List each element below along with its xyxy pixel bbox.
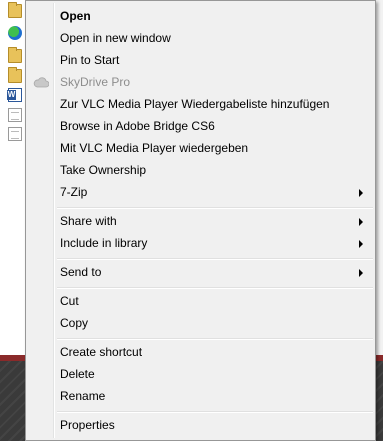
- menu-item-label: Open: [60, 9, 91, 23]
- context-menu: Open Open in new window Pin to Start Sky…: [25, 0, 376, 441]
- menu-item-label: Open in new window: [60, 31, 171, 45]
- menu-item-label: Mit VLC Media Player wiedergeben: [60, 141, 249, 155]
- folder-icon[interactable]: [8, 2, 22, 18]
- menu-item-delete[interactable]: Delete: [28, 364, 373, 386]
- submenu-arrow-icon: [359, 218, 363, 226]
- window-edge: [376, 0, 383, 355]
- menu-item-vlc-play[interactable]: Mit VLC Media Player wiedergeben: [28, 138, 373, 160]
- menu-item-share-with[interactable]: Share with: [28, 211, 373, 233]
- text-document-icon[interactable]: [8, 127, 22, 141]
- menu-item-label: Browse in Adobe Bridge CS6: [60, 119, 215, 133]
- menu-item-label: Properties: [60, 418, 115, 432]
- menu-item-adobe-bridge[interactable]: Browse in Adobe Bridge CS6: [28, 116, 373, 138]
- menu-item-label: 7-Zip: [60, 185, 88, 199]
- menu-item-label: Cut: [60, 294, 79, 308]
- menu-item-open[interactable]: Open: [28, 6, 373, 28]
- menu-item-take-ownership[interactable]: Take Ownership: [28, 160, 373, 182]
- menu-item-label: Delete: [60, 367, 95, 381]
- folder-icon[interactable]: [8, 67, 22, 83]
- submenu-arrow-icon: [359, 240, 363, 248]
- menu-item-vlc-add-playlist[interactable]: Zur VLC Media Player Wiedergabeliste hin…: [28, 94, 373, 116]
- menu-item-open-new-window[interactable]: Open in new window: [28, 28, 373, 50]
- word-document-icon[interactable]: [7, 88, 22, 102]
- menu-item-label: Zur VLC Media Player Wiedergabeliste hin…: [60, 97, 330, 111]
- menu-item-send-to[interactable]: Send to: [28, 262, 373, 284]
- menu-separator: [57, 338, 373, 340]
- menu-item-cut[interactable]: Cut: [28, 291, 373, 313]
- menu-item-rename[interactable]: Rename: [28, 386, 373, 408]
- menu-separator: [57, 258, 373, 260]
- menu-item-pin-to-start[interactable]: Pin to Start: [28, 50, 373, 72]
- menu-item-label: Copy: [60, 316, 89, 330]
- menu-item-label: Pin to Start: [60, 53, 120, 67]
- menu-item-label: SkyDrive Pro: [60, 75, 131, 89]
- menu-item-label: Create shortcut: [60, 345, 143, 359]
- submenu-arrow-icon: [359, 189, 363, 197]
- menu-item-label: Send to: [60, 265, 102, 279]
- submenu-arrow-icon: [359, 269, 363, 277]
- menu-item-copy[interactable]: Copy: [28, 313, 373, 335]
- folder-icon[interactable]: [8, 47, 22, 63]
- menu-item-label: Include in library: [60, 236, 148, 250]
- menu-item-skydrive-pro[interactable]: SkyDrive Pro: [28, 72, 373, 94]
- text-document-icon[interactable]: [8, 108, 22, 122]
- cloud-icon: [33, 76, 49, 90]
- menu-item-create-shortcut[interactable]: Create shortcut: [28, 342, 373, 364]
- menu-separator: [57, 207, 373, 209]
- menu-separator: [57, 411, 373, 413]
- menu-item-label: Share with: [60, 214, 117, 228]
- menu-item-7zip[interactable]: 7-Zip: [28, 182, 373, 204]
- menu-separator: [57, 287, 373, 289]
- menu-item-label: Take Ownership: [60, 163, 147, 177]
- sync-folder-icon[interactable]: [8, 26, 22, 40]
- menu-item-include-in-library[interactable]: Include in library: [28, 233, 373, 255]
- menu-item-properties[interactable]: Properties: [28, 415, 373, 437]
- menu-item-label: Rename: [60, 389, 106, 403]
